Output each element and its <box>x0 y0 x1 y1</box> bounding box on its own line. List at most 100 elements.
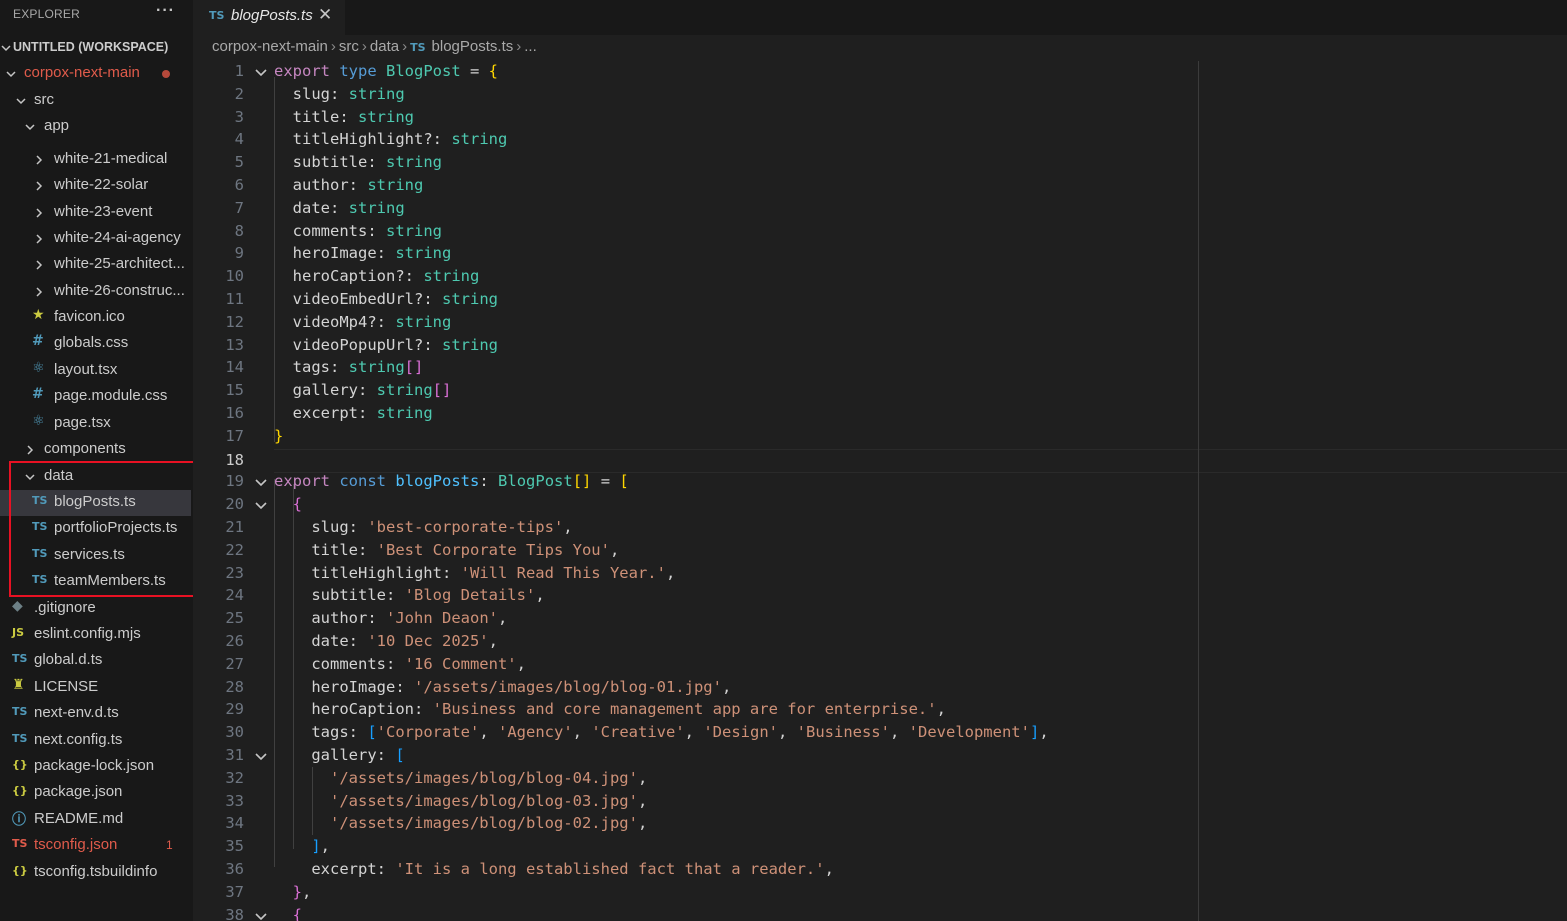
line-number: 19 <box>225 472 244 491</box>
tree-file[interactable]: TS blogPosts.ts <box>0 490 191 516</box>
tree-file[interactable]: ♜ LICENSE <box>0 675 193 701</box>
code-line[interactable]: 27 comments: '16 Comment', <box>193 654 1567 677</box>
tree-folder[interactable]: src <box>0 88 193 114</box>
code-line[interactable]: 15 gallery: string[] <box>193 380 1567 403</box>
code-line[interactable]: 6 author: string <box>193 175 1567 198</box>
fold-chevron-icon[interactable] <box>255 499 267 511</box>
tree-file[interactable]: {} package.json <box>0 780 193 806</box>
line-number: 1 <box>234 62 244 80</box>
code-line[interactable]: 12 videoMp4?: string <box>193 312 1567 335</box>
code-line[interactable]: 37 }, <box>193 882 1567 905</box>
code-line[interactable]: 33 '/assets/images/blog/blog-03.jpg', <box>193 791 1567 814</box>
tree-folder[interactable]: white-22-solar <box>0 173 193 199</box>
code-line[interactable]: 18 <box>225 448 1567 474</box>
tree-file[interactable]: TS services.ts <box>0 543 193 569</box>
code-line[interactable]: 7 date: string <box>193 198 1567 221</box>
code-line[interactable]: 23 titleHighlight: 'Will Read This Year.… <box>193 563 1567 586</box>
tree-file[interactable]: TS global.d.ts <box>0 648 193 674</box>
tree-file[interactable]: ⚛ page.tsx <box>0 411 193 437</box>
tree-file[interactable]: TS tsconfig.json 1 <box>0 833 193 859</box>
tree-folder[interactable]: app <box>0 114 193 140</box>
tree-folder[interactable]: corpox-next-main <box>0 61 193 87</box>
code-line[interactable]: 8 comments: string <box>193 221 1567 244</box>
code-line[interactable]: 35 ], <box>193 836 1567 859</box>
info-file-icon: ⓘ <box>12 812 26 828</box>
tree-file[interactable]: TS teamMembers.ts <box>0 569 193 595</box>
breadcrumb-item[interactable]: ... <box>524 38 537 55</box>
more-actions-icon[interactable]: ··· <box>156 2 175 20</box>
breadcrumb-item[interactable]: blogPosts.ts <box>432 38 514 55</box>
code-line[interactable]: 5 subtitle: string <box>193 152 1567 175</box>
code-line[interactable]: 9 heroImage: string <box>193 243 1567 266</box>
code-line[interactable]: 2 slug: string <box>193 84 1567 107</box>
code-line[interactable]: 19 export const blogPosts: BlogPost[] = [ <box>193 471 1567 494</box>
tree-file[interactable]: JS eslint.config.mjs <box>0 622 193 648</box>
tree-file[interactable]: # globals.css <box>0 331 193 357</box>
code-token: 'Development' <box>908 723 1030 742</box>
code-line[interactable]: 31 gallery: [ <box>193 745 1567 768</box>
tree-folder[interactable]: components <box>0 437 193 463</box>
tree-item-label: favicon.ico <box>54 308 125 325</box>
code-token: tags <box>292 358 330 377</box>
code-line[interactable]: 32 '/assets/images/blog/blog-04.jpg', <box>193 768 1567 791</box>
tree-file[interactable]: TS next.config.ts <box>0 728 193 754</box>
code-line[interactable]: 34 '/assets/images/blog/blog-02.jpg', <box>193 813 1567 836</box>
code-line[interactable]: 17} <box>193 426 1567 449</box>
tree-file[interactable]: ⓘ README.md <box>0 807 193 833</box>
code-line[interactable]: 24 subtitle: 'Blog Details', <box>193 585 1567 608</box>
tree-folder[interactable]: white-24-ai-agency <box>0 226 193 252</box>
code-line[interactable]: 13 videoPopupUrl?: string <box>193 335 1567 358</box>
tree-item-label: app <box>44 117 70 134</box>
code-token: , <box>936 700 946 719</box>
code-token: , <box>777 723 797 742</box>
fold-chevron-icon[interactable] <box>255 910 267 921</box>
tree-folder[interactable]: data <box>0 464 193 490</box>
code-line[interactable]: 10 heroCaption?: string <box>193 266 1567 289</box>
code-line[interactable]: 1 export type BlogPost = { <box>193 61 1567 84</box>
code-line[interactable]: 4 titleHighlight?: string <box>193 129 1567 152</box>
code-line[interactable]: 26 date: '10 Dec 2025', <box>193 631 1567 654</box>
code-line[interactable]: 14 tags: string[] <box>193 357 1567 380</box>
tree-item-label: src <box>34 91 54 108</box>
tree-folder[interactable]: white-21-medical <box>0 147 193 173</box>
breadcrumb-item[interactable]: data <box>370 38 399 55</box>
tree-file[interactable]: ⚛ layout.tsx <box>0 358 193 384</box>
breadcrumb-item[interactable]: src <box>339 38 359 55</box>
code-line[interactable]: 38 { <box>193 905 1567 921</box>
tree-file[interactable]: TS next-env.d.ts <box>0 701 193 727</box>
workspace-header[interactable]: UNTITLED (WORKSPACE) <box>0 35 193 61</box>
code-line[interactable]: 22 title: 'Best Corporate Tips You', <box>193 540 1567 563</box>
code-token: heroCaption <box>311 700 414 719</box>
breadcrumb-item[interactable]: corpox-next-main <box>212 38 328 55</box>
code-line[interactable]: 21 slug: 'best-corporate-tips', <box>193 517 1567 540</box>
tab-blogposts[interactable]: TS blogPosts.ts ✕ <box>193 0 345 36</box>
code-text: heroImage: string <box>274 244 452 262</box>
fold-chevron-icon[interactable] <box>255 750 267 762</box>
code-editor[interactable]: 1 export type BlogPost = {2 slug: string 3… <box>193 61 1567 921</box>
tree-file[interactable]: ◆ .gitignore <box>0 596 193 622</box>
tree-folder[interactable]: white-25-architect... <box>0 252 193 278</box>
tree-file[interactable]: # page.module.css <box>0 384 193 410</box>
code-line[interactable]: 36 excerpt: 'It is a long established fa… <box>193 859 1567 882</box>
tree-folder[interactable]: white-23-event <box>0 200 193 226</box>
code-line[interactable]: 25 author: 'John Deaon', <box>193 608 1567 631</box>
tree-folder[interactable]: white-26-construc... <box>0 279 193 305</box>
tree-file[interactable]: ★ favicon.ico <box>0 305 193 331</box>
tree-file[interactable]: TS portfolioProjects.ts <box>0 516 193 542</box>
code-line[interactable]: 20 { <box>193 494 1567 517</box>
code-line[interactable]: 16 excerpt: string <box>193 403 1567 426</box>
code-token: BlogPost <box>498 472 573 491</box>
tree-file[interactable]: {} tsconfig.tsbuildinfo <box>0 860 193 886</box>
code-line[interactable]: 28 heroImage: '/assets/images/blog/blog-… <box>193 677 1567 700</box>
code-line[interactable]: 29 heroCaption: 'Business and core manag… <box>193 699 1567 722</box>
tree-file[interactable]: {} package-lock.json <box>0 754 193 780</box>
fold-chevron-icon[interactable] <box>255 66 267 78</box>
fold-chevron-icon[interactable] <box>255 476 267 488</box>
code-line[interactable]: 3 title: string <box>193 107 1567 130</box>
close-icon[interactable]: ✕ <box>318 5 332 25</box>
code-text: gallery: [ <box>274 746 404 764</box>
code-line[interactable]: 30 tags: ['Corporate', 'Agency', 'Creati… <box>193 722 1567 745</box>
code-line[interactable]: 11 videoEmbedUrl?: string <box>193 289 1567 312</box>
